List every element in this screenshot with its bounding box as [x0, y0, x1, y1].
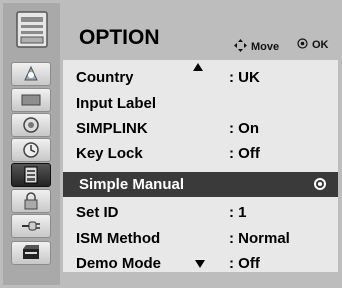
item-label: Key Lock	[76, 145, 143, 162]
move-arrows-icon	[233, 38, 248, 56]
audio-icon[interactable]	[11, 113, 51, 137]
input-icon[interactable]	[11, 214, 51, 238]
option-list: Country : UK Input Label SIMPLINK : On K…	[63, 60, 338, 272]
item-label: ISM Method	[76, 230, 161, 247]
item-value: : UK	[229, 69, 260, 86]
picture-icon[interactable]	[11, 62, 51, 86]
option-small-icon[interactable]	[11, 163, 51, 187]
menu-item-set-id[interactable]: Set ID : 1	[63, 200, 338, 225]
menu-header: OPTION Move OK	[62, 24, 338, 60]
ok-hint: OK	[297, 38, 329, 52]
menu-item-simple-manual[interactable]: Simple Manual	[63, 172, 338, 197]
menu-item-key-lock[interactable]: Key Lock : Off	[63, 141, 338, 166]
move-hint: Move	[233, 38, 279, 56]
osd-menu: OPTION Move OK Country : UK Input Label …	[0, 0, 342, 288]
item-value: : Off	[229, 255, 260, 272]
selected-radio-icon	[314, 178, 326, 190]
item-label: Simple Manual	[79, 176, 185, 193]
item-label: Set ID	[76, 204, 119, 221]
item-label: Demo Mode	[76, 255, 162, 272]
lock-icon[interactable]	[11, 189, 51, 213]
menu-title: OPTION	[79, 26, 160, 49]
menu-item-ism-method[interactable]: ISM Method : Normal	[63, 226, 338, 251]
menu-item-simplink[interactable]: SIMPLINK : On	[63, 116, 338, 141]
ok-button-icon	[297, 38, 308, 52]
ok-hint-label: OK	[312, 39, 329, 51]
item-label: SIMPLINK	[76, 120, 148, 137]
item-value: : 1	[229, 204, 247, 221]
time-icon[interactable]	[11, 138, 51, 162]
sidebar	[3, 3, 60, 285]
option-icon	[8, 8, 56, 51]
scroll-down-icon[interactable]	[195, 260, 205, 268]
item-label: Country	[76, 69, 134, 86]
menu-item-country[interactable]: Country : UK	[63, 65, 338, 90]
usb-icon[interactable]	[11, 241, 51, 265]
item-label: Input Label	[76, 95, 156, 112]
move-hint-label: Move	[251, 41, 280, 53]
screen-icon[interactable]	[11, 88, 51, 112]
menu-item-input-label[interactable]: Input Label	[63, 91, 338, 116]
item-value: : Normal	[229, 230, 290, 247]
item-value: : Off	[229, 145, 260, 162]
item-value: : On	[229, 120, 259, 137]
